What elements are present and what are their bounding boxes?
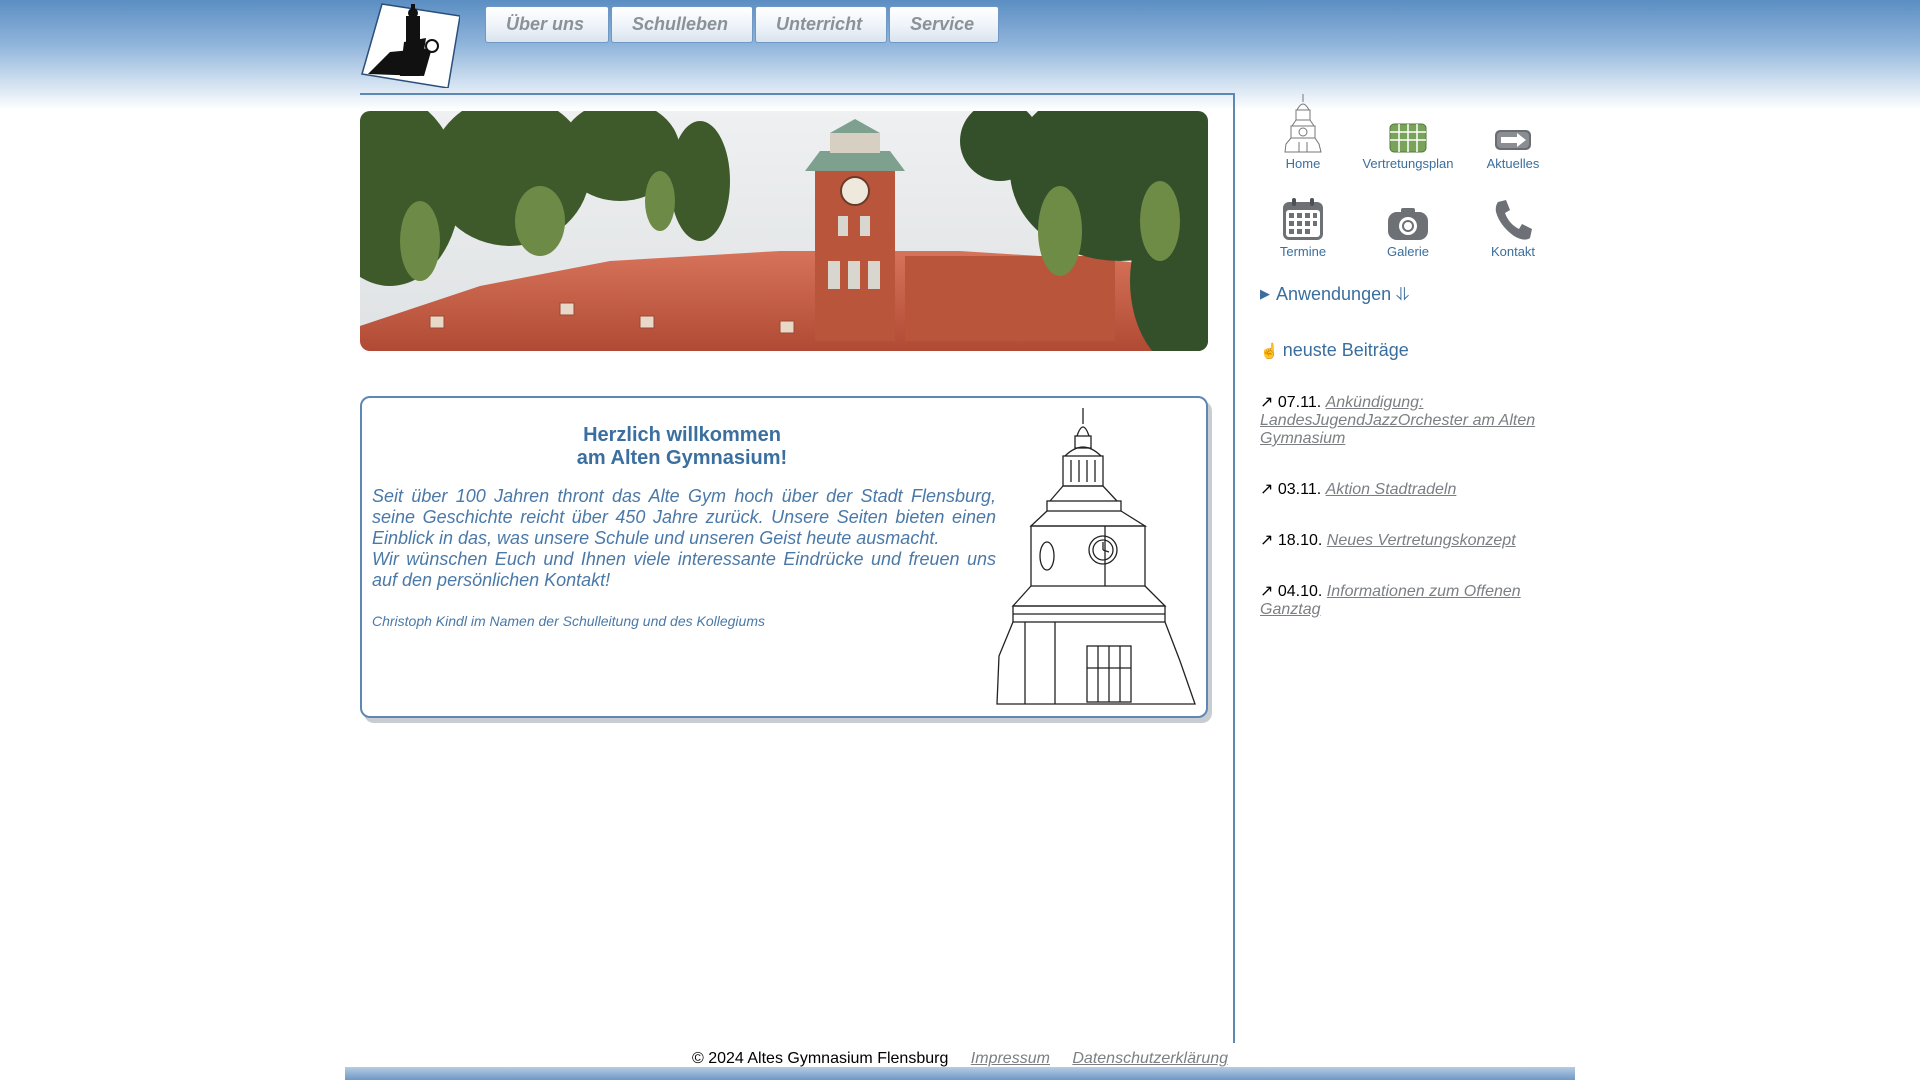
footer-imprint-link[interactable]: Impressum xyxy=(971,1050,1050,1067)
news-heading-label: neuste Beiträge xyxy=(1282,340,1409,360)
quick-link-galerie-label: Galerie xyxy=(1387,244,1429,259)
external-arrow-icon: ↗ xyxy=(1260,583,1274,600)
news-item: ↗ 04.10. Informationen zum Offenen Ganzt… xyxy=(1260,583,1560,619)
news-date: 03.11. xyxy=(1277,481,1322,498)
external-arrow-icon: ↗ xyxy=(1260,532,1274,549)
apps-toggle[interactable]: ▶ Anwendungen ⥥ xyxy=(1260,284,1409,305)
news-date: 04.10. xyxy=(1277,583,1323,600)
news-item: ↗ 18.10. Neues Vertretungskonzept xyxy=(1260,532,1560,550)
welcome-signature: Christoph Kindl im Namen der Schulleitun… xyxy=(372,613,765,629)
quick-link-vertretungsplan-label: Vertretungsplan xyxy=(1362,156,1454,171)
footer-privacy-link[interactable]: Datenschutzerklärung xyxy=(1072,1050,1228,1067)
news-item: ↗ 07.11. Ankündigung: LandesJugendJazzOr… xyxy=(1260,394,1560,448)
quick-link-kontakt[interactable]: Kontakt xyxy=(1463,198,1563,259)
quick-link-termine[interactable]: Termine xyxy=(1253,198,1353,259)
welcome-title-line2: am Alten Gymnasium! xyxy=(576,447,788,469)
tower-icon xyxy=(1284,94,1322,153)
main-navigation: Über uns Schulleben Unterricht Service xyxy=(485,6,1000,43)
quick-link-termine-label: Termine xyxy=(1279,244,1327,259)
nav-item-service[interactable]: Service xyxy=(889,6,1000,43)
camera-icon xyxy=(1388,208,1428,240)
welcome-text: Seit über 100 Jahren thront das Alte Gym… xyxy=(372,486,996,591)
footer-copyright: © 2024 Altes Gymnasium Flensburg xyxy=(691,1050,949,1067)
phone-icon xyxy=(1495,200,1532,240)
news-date: 07.11. xyxy=(1277,394,1322,411)
nav-item-ueber-uns[interactable]: Über uns xyxy=(485,6,610,43)
pointing-hand-icon: ☝ xyxy=(1260,343,1279,360)
welcome-paragraph-2: Wir wünschen Euch und Ihnen viele intere… xyxy=(372,549,996,590)
quick-link-home[interactable]: Home xyxy=(1253,92,1353,171)
nav-item-unterricht[interactable]: Unterricht xyxy=(755,6,888,43)
news-link[interactable]: Aktion Stadtradeln xyxy=(1326,481,1457,498)
quick-link-galerie[interactable]: Galerie xyxy=(1358,198,1458,259)
quick-link-aktuelles[interactable]: Aktuelles xyxy=(1463,92,1563,171)
welcome-box: Herzlich willkommen am Alten Gymnasium! … xyxy=(360,396,1208,718)
quick-link-aktuelles-label: Aktuelles xyxy=(1486,156,1540,171)
footer: © 2024 Altes Gymnasium Flensburg Impress… xyxy=(0,1050,1920,1068)
news-heading: ☝ neuste Beiträge xyxy=(1260,340,1409,361)
news-link[interactable]: Neues Vertretungskonzept xyxy=(1327,532,1516,549)
welcome-title-line1: Herzlich willkommen xyxy=(583,424,781,446)
news-item: ↗ 03.11. Aktion Stadtradeln xyxy=(1260,481,1560,499)
footer-bar xyxy=(345,1067,1575,1080)
school-banner-image xyxy=(360,111,1208,351)
external-arrow-icon: ↗ xyxy=(1260,481,1274,498)
calendar-icon xyxy=(1283,198,1323,240)
arrow-sign-icon xyxy=(1495,130,1531,150)
welcome-title: Herzlich willkommen am Alten Gymnasium! xyxy=(372,424,992,470)
school-logo[interactable] xyxy=(360,2,460,88)
apps-toggle-label: Anwendungen ⥥ xyxy=(1276,284,1410,304)
nav-item-schulleben[interactable]: Schulleben xyxy=(611,6,754,43)
quick-link-vertretungsplan[interactable]: Vertretungsplan xyxy=(1358,92,1458,171)
substitution-plan-icon xyxy=(1389,123,1427,153)
tower-drawing-icon xyxy=(996,408,1196,705)
quick-link-kontakt-label: Kontakt xyxy=(1490,244,1536,259)
welcome-paragraph-1: Seit über 100 Jahren thront das Alte Gym… xyxy=(372,486,996,548)
news-date: 18.10. xyxy=(1277,532,1323,549)
quick-link-home-label: Home xyxy=(1285,156,1321,171)
external-arrow-icon: ↗ xyxy=(1260,394,1274,411)
expand-triangle-icon: ▶ xyxy=(1260,286,1270,301)
